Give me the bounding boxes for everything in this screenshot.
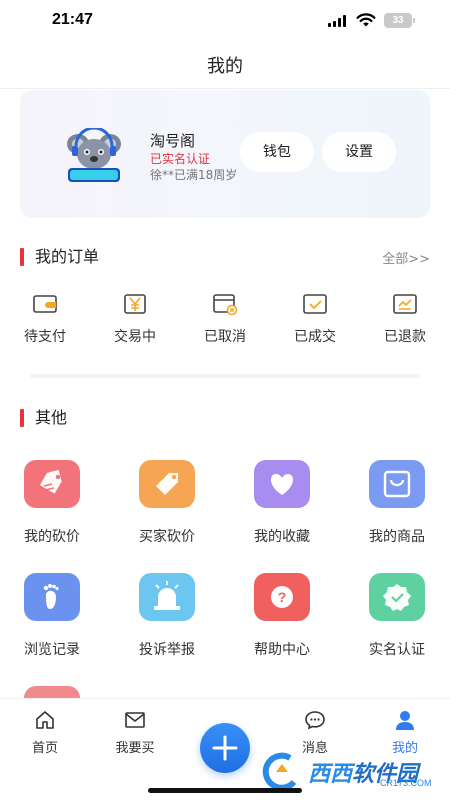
- status-bar: 21:47 33: [0, 0, 450, 44]
- settings-button[interactable]: 设置: [322, 132, 396, 172]
- real-name-verify-item[interactable]: 实名认证: [347, 573, 447, 659]
- add-button[interactable]: [200, 723, 250, 773]
- verify-status: 已实名认证: [150, 152, 211, 166]
- avatar[interactable]: [64, 128, 124, 184]
- completed-icon: [303, 294, 327, 314]
- yen-icon: [124, 294, 146, 314]
- grid-item-label: 浏览记录: [24, 642, 80, 658]
- help-center-item[interactable]: ? 帮助中心: [232, 573, 332, 659]
- person-icon: [396, 711, 414, 730]
- verified-badge-icon: [369, 573, 425, 621]
- heart-icon: [254, 460, 310, 508]
- footprint-icon: [24, 573, 80, 621]
- my-products-item[interactable]: 我的商品: [347, 460, 447, 546]
- watermark-emblem-icon: [262, 752, 297, 791]
- order-status-completed[interactable]: 已成交: [270, 292, 360, 346]
- order-status-pending[interactable]: 待支付: [0, 292, 90, 346]
- svg-text:?: ?: [278, 589, 287, 605]
- grid-item-label: 我的商品: [369, 529, 425, 545]
- watermark-subtext: CR173.COM: [380, 778, 432, 788]
- grid-item-label: 我的收藏: [254, 529, 310, 545]
- report-item[interactable]: 投诉举报: [117, 573, 217, 659]
- price-tag-icon: [139, 460, 195, 508]
- section-accent-bar: [20, 409, 24, 427]
- order-status-label: 已退款: [384, 329, 426, 345]
- order-status-trading[interactable]: 交易中: [90, 292, 180, 346]
- section-accent-bar: [20, 248, 24, 266]
- grid-item-label: 帮助中心: [254, 642, 310, 658]
- order-status-cancelled[interactable]: 已取消: [180, 292, 270, 346]
- refund-icon: [393, 294, 417, 314]
- status-time: 21:47: [52, 11, 93, 28]
- username: 淘号阁: [150, 132, 196, 150]
- order-status-refunded[interactable]: 已退款: [360, 292, 450, 346]
- orders-title: 我的订单: [35, 247, 100, 266]
- grid-item-label: 买家砍价: [139, 529, 195, 545]
- tab-label: 首页: [31, 741, 58, 756]
- cancelled-icon: [213, 294, 238, 316]
- order-status-label: 交易中: [114, 329, 156, 345]
- page-title: 我的: [207, 56, 243, 77]
- wifi-icon: [356, 13, 376, 27]
- help-icon: ?: [254, 573, 310, 621]
- buyer-bargain-item[interactable]: 买家砍价: [117, 460, 217, 546]
- home-icon: [36, 711, 54, 729]
- chat-icon: [305, 711, 325, 730]
- tab-mine[interactable]: 我的: [365, 709, 445, 756]
- see-all-orders-link[interactable]: 全部>>: [382, 248, 430, 267]
- section-divider: [30, 374, 420, 378]
- tab-label: 我要买: [115, 741, 155, 756]
- nav-divider: [0, 88, 450, 89]
- bargain-tag-icon: [24, 460, 80, 508]
- browse-history-item[interactable]: 浏览记录: [2, 573, 102, 659]
- profile-card: 淘号阁 已实名认证 徐**已满18周岁 钱包 设置: [20, 90, 430, 218]
- other-title: 其他: [35, 408, 68, 427]
- plus-icon: [212, 735, 238, 761]
- shopping-bag-icon: [369, 460, 425, 508]
- alarm-icon: [139, 573, 195, 621]
- signal-icon: [328, 15, 348, 27]
- order-status-row: 待支付 交易中 已取消 已成交 已退款: [0, 292, 450, 352]
- mail-icon: [125, 712, 145, 728]
- age-status: 徐**已满18周岁: [150, 168, 238, 182]
- order-status-label: 待支付: [24, 329, 66, 345]
- tab-buy[interactable]: 我要买: [95, 709, 175, 756]
- grid-item-label: 实名认证: [369, 642, 425, 658]
- my-favorites-item[interactable]: 我的收藏: [232, 460, 332, 546]
- grid-item-label: 我的砍价: [24, 529, 80, 545]
- tab-messages[interactable]: 消息: [275, 709, 355, 756]
- wallet-icon: [33, 295, 57, 313]
- home-indicator: [148, 788, 302, 793]
- wallet-button[interactable]: 钱包: [240, 132, 314, 172]
- my-bargain-item[interactable]: 我的砍价: [2, 460, 102, 546]
- order-status-label: 已成交: [294, 329, 336, 345]
- tab-home[interactable]: 首页: [5, 709, 85, 756]
- grid-item-label: 投诉举报: [139, 642, 195, 658]
- battery-icon: 33: [384, 13, 415, 28]
- order-status-label: 已取消: [204, 329, 246, 345]
